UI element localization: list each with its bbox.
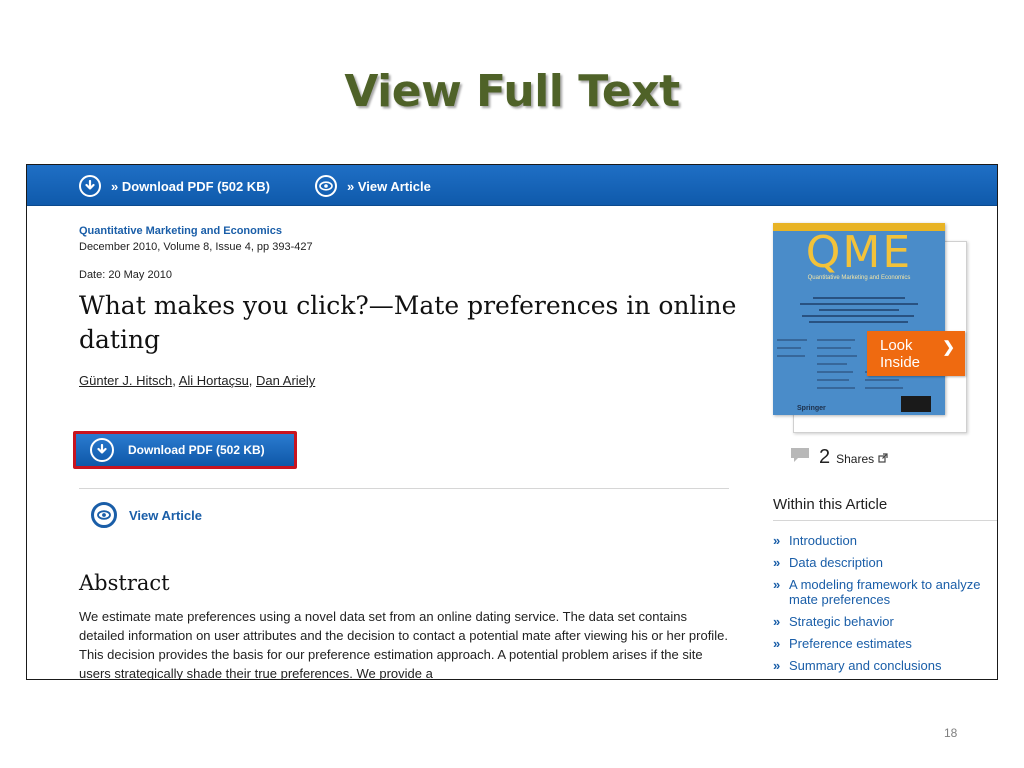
- abstract-heading: Abstract: [79, 571, 170, 595]
- toc-item-modeling-framework[interactable]: » A modeling framework to analyze mate pr…: [773, 577, 995, 607]
- journal-cover[interactable]: QME Quantitative Marketing and Economics: [773, 223, 967, 435]
- view-article-link[interactable]: View Article: [91, 502, 202, 528]
- top-download-label: » Download PDF (502 KB): [111, 178, 270, 194]
- toc-label: Data description: [789, 555, 883, 570]
- double-chevron-icon: »: [773, 614, 781, 629]
- eye-icon: [315, 175, 337, 197]
- author-list: Günter J. Hitsch, Ali Hortaçsu, Dan Arie…: [79, 373, 316, 388]
- article-screenshot: » Download PDF (502 KB) » View Article Q…: [26, 164, 998, 680]
- toc-item-data-description[interactable]: » Data description: [773, 555, 995, 570]
- download-arrow-icon: [90, 438, 114, 462]
- double-chevron-icon: »: [773, 636, 781, 651]
- slide-page-number: 18: [944, 726, 958, 740]
- top-action-bar: » Download PDF (502 KB) » View Article: [27, 165, 997, 206]
- abstract-text: We estimate mate preferences using a nov…: [79, 609, 728, 680]
- shares-counter[interactable]: 2 Shares: [789, 446, 888, 469]
- within-article-heading: Within this Article: [773, 496, 888, 513]
- toc-item-strategic-behavior[interactable]: » Strategic behavior: [773, 614, 995, 629]
- article-toc: » Introduction » Data description » A model…: [773, 533, 995, 679]
- author-link[interactable]: Ali Hortaçsu: [179, 373, 249, 388]
- toc-item-summary[interactable]: » Summary and conclusions: [773, 658, 995, 673]
- article-date: Date: 20 May 2010: [79, 269, 172, 281]
- article-title: What makes you click?—Mate preferences i…: [79, 291, 737, 354]
- cover-front: QME Quantitative Marketing and Economics: [773, 223, 945, 415]
- toc-label: A modeling framework to analyze mate pre…: [789, 577, 981, 607]
- toc-item-preference-estimates[interactable]: » Preference estimates: [773, 636, 995, 651]
- toc-item-introduction[interactable]: » Introduction: [773, 533, 995, 548]
- author-link[interactable]: Dan Ariely: [256, 373, 315, 388]
- download-arrow-icon: [79, 175, 101, 197]
- shares-count: 2: [819, 446, 831, 468]
- toc-label: Preference estimates: [789, 636, 912, 651]
- eye-icon: [91, 502, 117, 528]
- toc-label: Introduction: [789, 533, 857, 548]
- section-divider: [79, 488, 729, 489]
- cover-badge: [901, 396, 931, 412]
- issue-meta: December 2010, Volume 8, Issue 4, pp 393…: [79, 241, 313, 253]
- author-link[interactable]: Günter J. Hitsch: [79, 373, 172, 388]
- sidebar-divider: [773, 520, 997, 521]
- shares-label: Shares: [836, 452, 875, 466]
- cover-subtitle: Quantitative Marketing and Economics: [807, 275, 911, 281]
- cover-contents-lines: [793, 293, 925, 327]
- download-pdf-button[interactable]: Download PDF (502 KB): [73, 431, 297, 469]
- comment-bubble-icon: [789, 447, 811, 468]
- toc-label: Summary and conclusions: [789, 658, 942, 673]
- double-chevron-icon: »: [773, 555, 781, 570]
- chevron-right-icon: ❯: [942, 339, 955, 356]
- cover-title: QME: [805, 227, 913, 278]
- top-view-article-label: » View Article: [347, 178, 431, 194]
- slide-title: View Full Text: [344, 66, 680, 117]
- view-article-label: View Article: [129, 507, 202, 523]
- double-chevron-icon: »: [773, 658, 781, 673]
- download-pdf-label: Download PDF (502 KB): [128, 443, 265, 457]
- look-inside-label: Look Inside: [880, 337, 921, 371]
- cover-publisher: Springer: [797, 405, 826, 412]
- journal-link[interactable]: Quantitative Marketing and Economics: [79, 225, 282, 237]
- double-chevron-icon: »: [773, 533, 781, 548]
- top-download-pdf-link[interactable]: » Download PDF (502 KB): [79, 174, 270, 198]
- top-view-article-link[interactable]: » View Article: [315, 174, 431, 198]
- toc-label: Strategic behavior: [789, 614, 894, 629]
- double-chevron-icon: »: [773, 577, 781, 592]
- look-inside-button[interactable]: Look Inside ❯: [867, 331, 965, 376]
- external-link-icon: [878, 450, 888, 468]
